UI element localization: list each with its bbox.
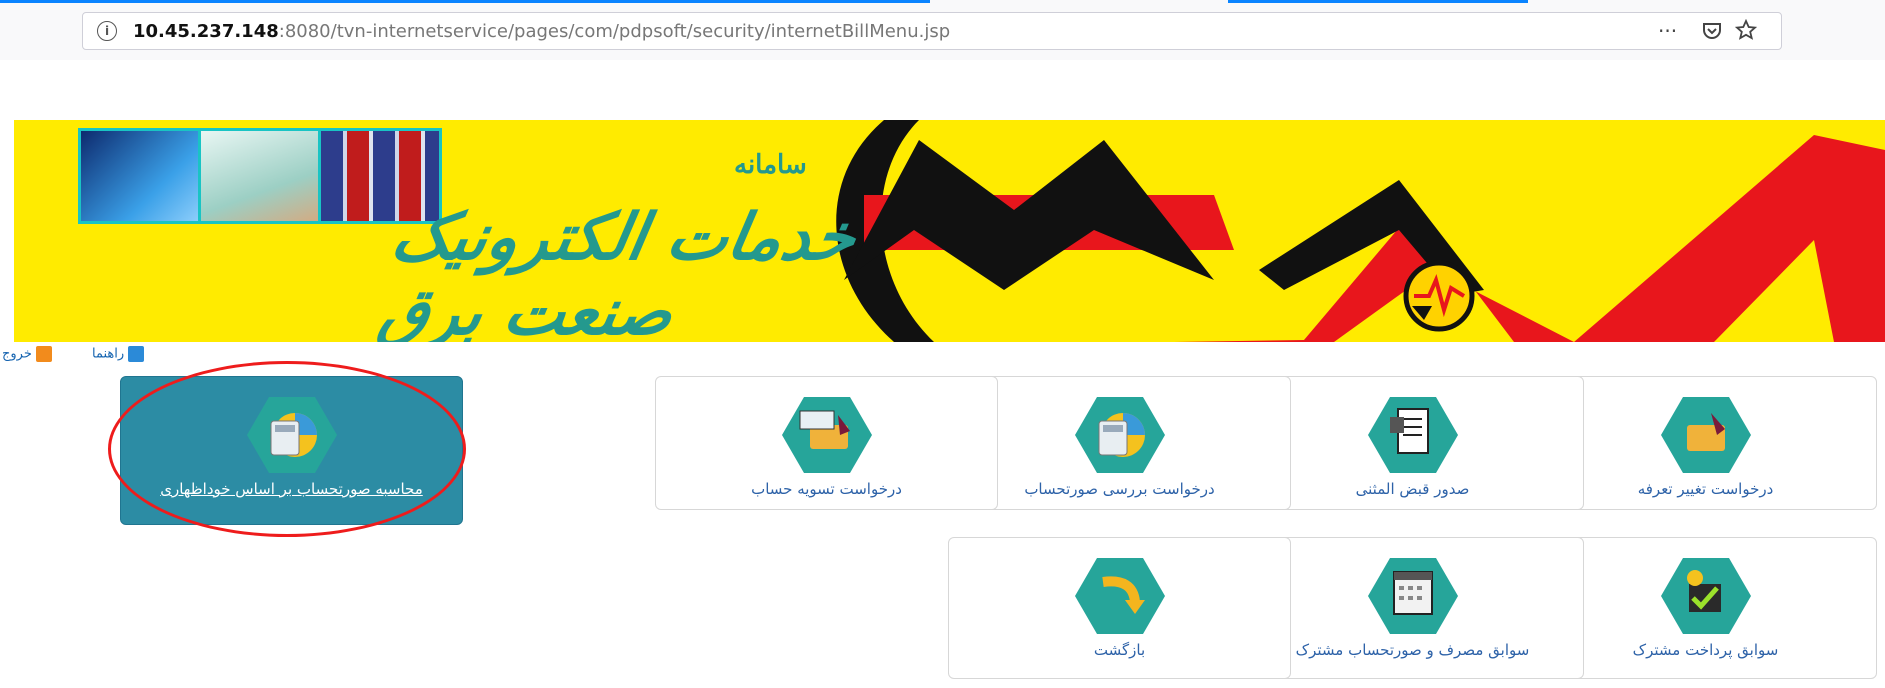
url-text[interactable]: 10.45.237.148:8080/tvn-internetservice/p… <box>133 21 950 42</box>
banner-small-text: سامانه <box>734 150 807 180</box>
menu-tile-8[interactable]: بازگشت <box>948 537 1291 679</box>
help-link[interactable]: راهنما <box>92 346 145 362</box>
back-arrow-icon <box>1074 558 1165 634</box>
banner-title: خدمات الکترونیک صنعت برق <box>373 200 862 342</box>
url-host: 10.45.237.148 <box>133 21 279 42</box>
menu-tile-label[interactable]: بازگشت <box>959 638 1280 662</box>
menu-tile-label[interactable]: سوابق پرداخت مشترک <box>1545 638 1866 662</box>
url-path: :8080/tvn-internetservice/pages/com/pdps… <box>278 21 951 42</box>
page-actions-icon[interactable]: ··· <box>1658 19 1677 43</box>
menu-tile-4[interactable]: درخواست تسویه حساب <box>655 376 998 510</box>
wallet-card-icon <box>781 397 872 473</box>
calculator-chart-icon <box>246 397 337 473</box>
help-link-label: راهنما <box>92 346 125 362</box>
menu-tile-label[interactable]: درخواست بررسی صورتحساب <box>959 477 1280 501</box>
receipt-printer-icon <box>1367 397 1458 473</box>
calendar-list-icon <box>1367 558 1458 634</box>
tab-indicator <box>0 0 930 3</box>
menu-tile-5[interactable]: محاسبه صورتحساب بر اساس خوداظهاری <box>120 376 463 525</box>
menu-tile-1[interactable]: درخواست تغییر تعرفه <box>1534 376 1877 510</box>
menu-tile-label[interactable]: درخواست تسویه حساب <box>666 477 987 501</box>
address-bar[interactable]: i 10.45.237.148:8080/tvn-internetservice… <box>82 12 1782 50</box>
exit-icon <box>36 346 53 362</box>
info-icon[interactable]: i <box>97 21 117 41</box>
laptop-photo <box>78 128 218 224</box>
menu-tile-label[interactable]: صدور قبض المثنی <box>1252 477 1573 501</box>
exit-link-label: خروج <box>2 346 32 362</box>
menu-tile-label[interactable]: محاسبه صورتحساب بر اساس خوداظهاری <box>131 477 452 501</box>
exit-link[interactable]: خروج <box>2 346 53 362</box>
checklist-coins-icon <box>1660 558 1751 634</box>
pocket-icon[interactable] <box>1701 19 1723 46</box>
bookmark-star-icon[interactable] <box>1734 18 1758 46</box>
menu-tile-3[interactable]: درخواست بررسی صورتحساب <box>948 376 1291 510</box>
tab-indicator <box>1228 0 1528 3</box>
menu-tile-label[interactable]: سوابق مصرف و صورتحساب مشترک <box>1252 638 1573 662</box>
help-icon <box>128 346 145 362</box>
header-banner: سامانه خدمات الکترونیک صنعت برق <box>14 120 1885 342</box>
menu-tile-6[interactable]: سوابق پرداخت مشترک <box>1534 537 1877 679</box>
browser-toolbar: i 10.45.237.148:8080/tvn-internetservice… <box>0 0 1885 60</box>
menu-tile-7[interactable]: سوابق مصرف و صورتحساب مشترک <box>1241 537 1584 679</box>
menu-tile-2[interactable]: صدور قبض المثنی <box>1241 376 1584 510</box>
folder-pen-icon <box>1660 397 1751 473</box>
calculator-chart-icon <box>1074 397 1165 473</box>
keyboard-photo <box>198 128 338 224</box>
menu-tile-label[interactable]: درخواست تغییر تعرفه <box>1545 477 1866 501</box>
